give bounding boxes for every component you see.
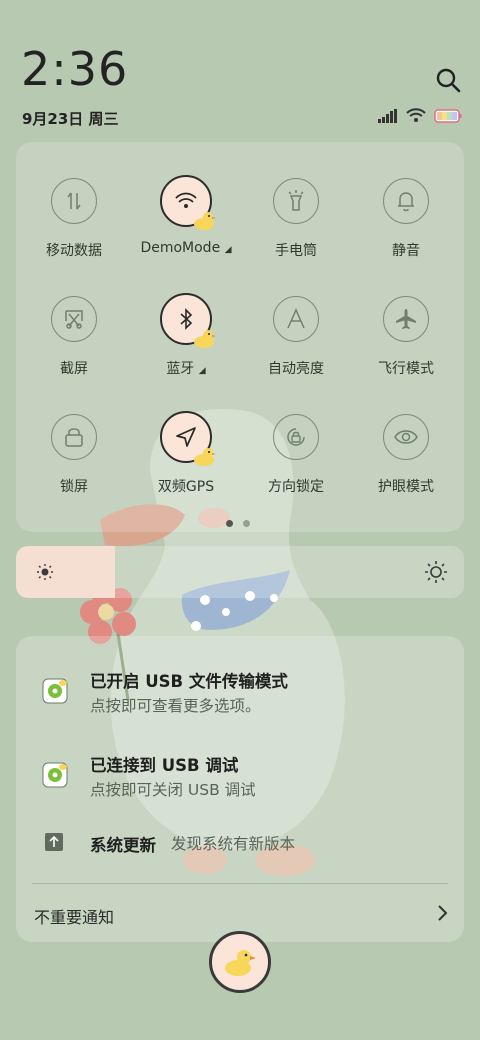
page-dot: [243, 520, 250, 527]
notification-system-update[interactable]: 系统更新 发现系统有新版本: [16, 832, 464, 872]
duck-badge-icon: [194, 330, 216, 348]
brightness-low-icon: [37, 564, 53, 580]
duck-handle-button[interactable]: [209, 931, 271, 993]
tile-flashlight[interactable]: 手电筒: [240, 178, 350, 288]
notification-body: 发现系统有新版本: [171, 835, 296, 853]
tile-silent[interactable]: 静音: [350, 178, 460, 288]
system-icons: [378, 107, 462, 127]
tile-label: 飞行模式: [378, 361, 434, 377]
tile-label: 护眼模式: [378, 479, 434, 495]
tile-wifi[interactable]: DemoMode ◢: [130, 175, 240, 288]
page-indicator[interactable]: [226, 520, 250, 527]
brightness-slider[interactable]: [16, 546, 464, 598]
tile-screenshot[interactable]: 截屏: [18, 296, 128, 406]
date: 9月23日 周三: [22, 110, 119, 128]
signal-icon: [378, 108, 398, 127]
brightness-fill: [16, 546, 115, 598]
notification-title: 已开启 USB 文件传输模式: [90, 672, 288, 691]
tile-lock-screen[interactable]: 锁屏: [18, 414, 128, 524]
duck-badge-icon: [194, 212, 216, 230]
bell-icon: [383, 178, 429, 224]
duck-icon: [225, 950, 256, 976]
tile-eye-care[interactable]: 护眼模式: [350, 414, 460, 524]
tile-bluetooth[interactable]: 蓝牙 ◢: [130, 293, 240, 406]
quiet-notifications-label[interactable]: 不重要通知: [34, 904, 114, 928]
clock: 2:36: [21, 42, 129, 96]
page-dot-active: [226, 520, 233, 527]
tile-label: 方向锁定: [268, 479, 324, 495]
tile-airplane[interactable]: 飞行模式: [350, 296, 460, 406]
flashlight-icon: [273, 178, 319, 224]
tile-rotation-lock[interactable]: 方向锁定: [240, 414, 350, 524]
tile-label: 自动亮度: [268, 361, 324, 377]
auto-brightness-icon: [273, 296, 319, 342]
search-icon[interactable]: [434, 66, 462, 94]
gps-icon: [160, 411, 216, 466]
wifi-icon: [160, 175, 216, 230]
brightness-high-icon: [425, 561, 447, 583]
wifi-icon: [406, 107, 426, 127]
notification-usb-debugging[interactable]: 已连接到 USB 调试 点按即可关闭 USB 调试: [16, 750, 464, 820]
tile-label: 移动数据: [46, 243, 102, 259]
tile-label: 蓝牙 ◢: [166, 361, 206, 377]
status-bar: 2:36 9月23日 周三: [0, 0, 480, 140]
notification-title: 已连接到 USB 调试: [90, 756, 239, 775]
usb-settings-icon: [42, 678, 68, 704]
tile-gps[interactable]: 双频GPS: [130, 411, 240, 524]
tile-label: DemoMode ◢: [140, 240, 232, 256]
tile-label: 截屏: [60, 361, 88, 377]
tile-auto-brightness[interactable]: 自动亮度: [240, 296, 350, 406]
tile-mobile-data[interactable]: 移动数据: [18, 178, 128, 288]
tile-label: 手电筒: [275, 243, 317, 259]
tile-label: 双频GPS: [157, 479, 215, 495]
dropdown-caret-icon: ◢: [224, 245, 232, 255]
battery-icon: [434, 108, 462, 127]
mobile-data-icon: [51, 178, 97, 224]
airplane-icon: [383, 296, 429, 342]
usb-settings-icon: [42, 762, 68, 788]
screenshot-icon: [51, 296, 97, 342]
divider: [32, 883, 448, 884]
tile-label: 锁屏: [60, 479, 88, 495]
tile-label: 静音: [392, 243, 420, 259]
bluetooth-icon: [160, 293, 216, 348]
notification-title: 系统更新: [90, 836, 156, 855]
lock-icon: [51, 414, 97, 460]
eye-icon: [383, 414, 429, 460]
notification-body: 点按即可关闭 USB 调试: [90, 781, 256, 799]
notification-usb-file-transfer[interactable]: 已开启 USB 文件传输模式 点按即可查看更多选项。: [16, 664, 464, 734]
notification-panel: 已开启 USB 文件传输模式 点按即可查看更多选项。 已连接到 USB 调试 点…: [16, 636, 464, 942]
quick-settings-panel: 移动数据 DemoMode ◢ 手电筒 静音 截屏 蓝牙 ◢ 自动亮度 飞行模式…: [16, 142, 464, 532]
rotation-lock-icon: [273, 414, 319, 460]
duck-badge-icon: [194, 448, 216, 466]
system-update-icon: [45, 833, 63, 851]
chevron-right-icon[interactable]: [436, 904, 448, 922]
notification-body: 点按即可查看更多选项。: [90, 697, 261, 715]
dropdown-caret-icon: ◢: [198, 366, 206, 376]
